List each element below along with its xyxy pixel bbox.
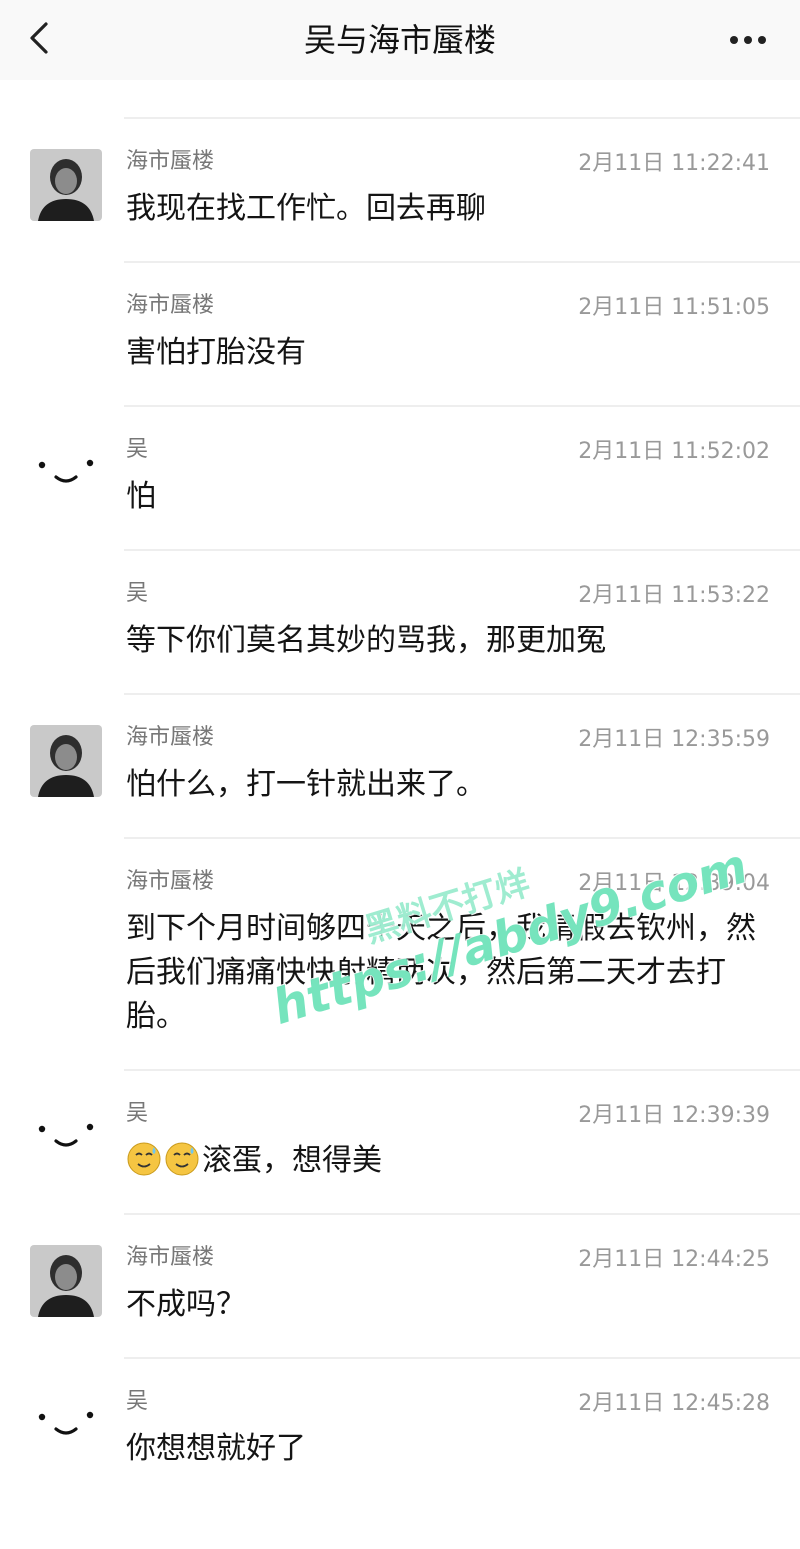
message-row: 海市蜃楼 2月11日 12:44:25 不成吗？ (30, 1213, 800, 1357)
message-timestamp: 2月11日 12:39:39 (578, 1103, 770, 1128)
message-text: 等下你们莫名其妙的骂我，那更加冤 (126, 623, 606, 658)
smiley-avatar[interactable] (30, 1101, 102, 1173)
photo-avatar[interactable] (30, 149, 102, 221)
page-title: 吴与海市蜃楼 (303, 21, 496, 59)
sweat-smile-icon (126, 1141, 162, 1177)
message-text: 怕什么，打一针就出来了。 (126, 767, 486, 802)
smiley-avatar[interactable] (30, 1389, 102, 1461)
message-list: 海市蜃楼 2月11日 11:22:41 我现在找工作忙。回去再聊 海市蜃楼 2月… (0, 117, 800, 1501)
message-timestamp: 2月11日 11:52:02 (578, 439, 770, 464)
message-row: 吴 2月11日 12:45:28 你想想就好了 (30, 1357, 800, 1501)
message-row: 海市蜃楼 2月11日 11:51:05 害怕打胎没有 (124, 261, 800, 405)
sweat-smile-icon (164, 1141, 200, 1177)
message-text: 我现在找工作忙。回去再聊 (126, 191, 486, 226)
smiley-avatar[interactable] (30, 437, 102, 509)
message-timestamp: 2月11日 12:44:25 (578, 1247, 770, 1272)
message-text-content: 滚蛋，想得美 (202, 1143, 382, 1178)
message-text: 不成吗？ (126, 1287, 246, 1322)
message-row: 吴 2月11日 11:53:22 等下你们莫名其妙的骂我，那更加冤 (124, 549, 800, 693)
message-row: 吴 2月11日 11:52:02 怕 (30, 405, 800, 549)
top-bar: 吴与海市蜃楼 (0, 0, 800, 80)
message-text: 你想想就好了 (126, 1431, 306, 1466)
message-row: 海市蜃楼 2月11日 11:22:41 我现在找工作忙。回去再聊 (30, 117, 800, 261)
message-timestamp: 2月11日 12:45:28 (578, 1391, 770, 1416)
message-timestamp: 2月11日 12:35:59 (578, 727, 770, 752)
message-text: 害怕打胎没有 (126, 335, 306, 370)
message-timestamp: 2月11日 12:39:04 (578, 871, 770, 896)
message-text: 怕 (126, 479, 156, 514)
message-text: 到下个月时间够四十天之后，我请假去钦州，然后我们痛痛快快射精两次，然后第二天才去… (126, 911, 756, 1034)
message-timestamp: 2月11日 11:22:41 (578, 151, 770, 176)
photo-avatar[interactable] (30, 1245, 102, 1317)
more-options-icon[interactable] (726, 22, 770, 58)
message-timestamp: 2月11日 11:51:05 (578, 295, 770, 320)
message-text: 滚蛋，想得美 (126, 1139, 760, 1183)
photo-avatar[interactable] (30, 725, 102, 797)
message-row: 海市蜃楼 2月11日 12:39:04 到下个月时间够四十天之后，我请假去钦州，… (124, 837, 800, 1069)
message-row: 海市蜃楼 2月11日 12:35:59 怕什么，打一针就出来了。 (30, 693, 800, 837)
message-timestamp: 2月11日 11:53:22 (578, 583, 770, 608)
message-row: 吴 2月11日 12:39:39 滚蛋，想得美 (30, 1069, 800, 1213)
